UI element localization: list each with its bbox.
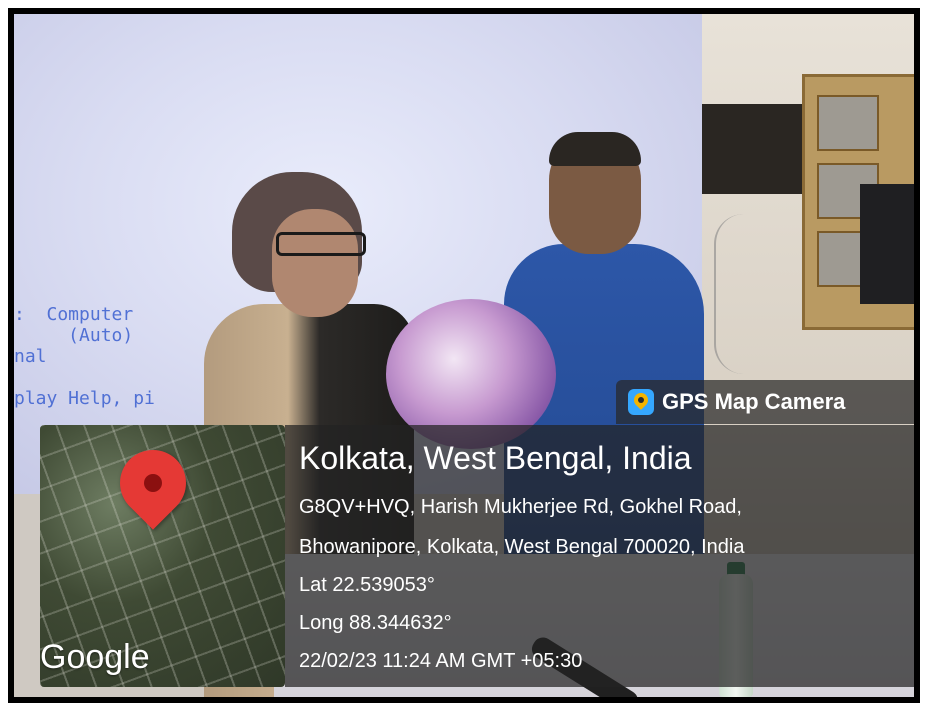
google-watermark: Google [40, 638, 150, 676]
datetime: 22/02/23 11:24 AM GMT +05:30 [299, 650, 583, 672]
satellite-map-thumbnail: Google [40, 425, 285, 687]
man-hair [549, 132, 641, 166]
address-line-1: G8QV+HVQ, Harish Mukherjee Rd, Gokhel Ro… [299, 496, 742, 518]
cables [714, 214, 796, 374]
location-title: Kolkata, West Bengal, India [299, 440, 692, 476]
latitude: Lat 22.539053° [299, 574, 435, 596]
gps-map-camera-app-icon [628, 389, 654, 415]
photo: : Computer (Auto) nal play Help, pi GPS … [14, 14, 914, 697]
dark-door [702, 104, 810, 194]
cabinet-pane [817, 95, 879, 151]
longitude: Long 88.344632° [299, 612, 452, 634]
photo-frame: : Computer (Auto) nal play Help, pi GPS … [8, 8, 920, 703]
app-name: GPS Map Camera [662, 389, 846, 414]
gps-map-camera-badge: GPS Map Camera [616, 380, 914, 424]
woman-face [272, 209, 358, 317]
projected-text: : Computer (Auto) nal play Help, pi [14, 304, 155, 409]
location-info-panel: Kolkata, West Bengal, India G8QV+HVQ, Ha… [285, 425, 914, 687]
address-line-2: Bhowanipore, Kolkata, West Bengal 700020… [299, 536, 745, 558]
location-pin-dot [144, 474, 162, 492]
eyeglasses [276, 232, 366, 256]
speaker [860, 184, 914, 304]
